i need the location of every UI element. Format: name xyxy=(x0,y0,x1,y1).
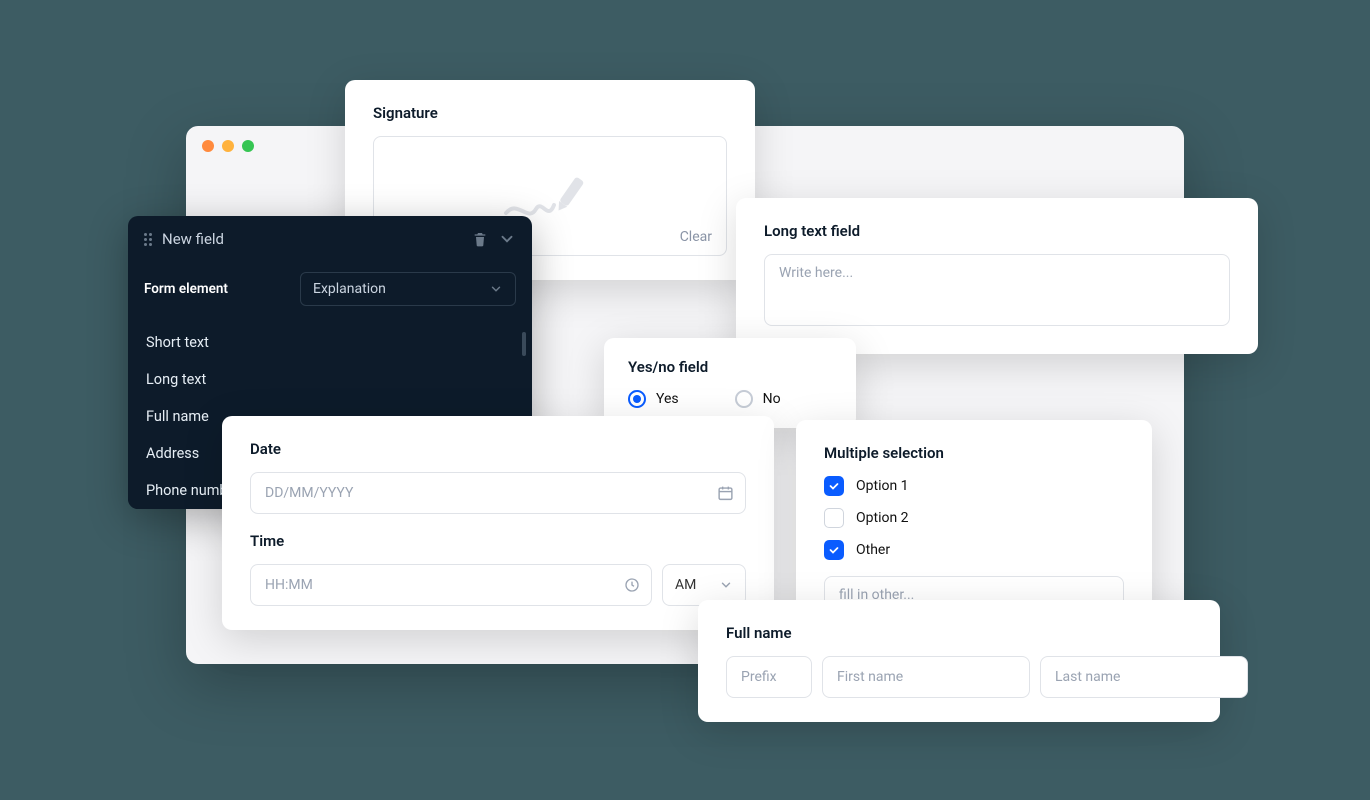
time-input[interactable] xyxy=(250,564,652,606)
time-label: Time xyxy=(250,532,746,550)
long-text-card: Long text field xyxy=(736,198,1258,354)
trash-icon[interactable] xyxy=(472,231,488,247)
signature-clear-link[interactable]: Clear xyxy=(680,229,712,245)
prefix-input[interactable] xyxy=(726,656,812,698)
date-input[interactable] xyxy=(250,472,746,514)
config-row: Form element Explanation xyxy=(128,262,532,324)
window-minimize-dot[interactable] xyxy=(222,140,234,152)
checkbox-label: Option 1 xyxy=(856,478,909,494)
checkbox-label: Option 2 xyxy=(856,510,909,526)
chevron-down-icon[interactable] xyxy=(498,230,516,248)
dropdown-item[interactable]: Short text xyxy=(128,324,532,361)
form-element-selected-value: Explanation xyxy=(313,281,386,297)
checkbox-icon xyxy=(824,508,844,528)
date-label: Date xyxy=(250,440,746,458)
checkbox-icon xyxy=(824,476,844,496)
radio-yes-label: Yes xyxy=(656,391,679,407)
radio-icon xyxy=(735,390,753,408)
chevron-down-icon xyxy=(719,578,733,592)
yesno-title: Yes/no field xyxy=(628,358,832,376)
form-element-label: Form element xyxy=(144,281,284,297)
signature-title: Signature xyxy=(373,104,727,122)
datetime-card: Date Time AM xyxy=(222,416,774,630)
form-element-select[interactable]: Explanation xyxy=(300,272,516,306)
fullname-title: Full name xyxy=(726,624,1192,642)
multi-title: Multiple selection xyxy=(824,444,1124,462)
yesno-card: Yes/no field Yes No xyxy=(604,338,856,428)
long-text-input[interactable] xyxy=(764,254,1230,326)
checkbox-label: Other xyxy=(856,542,890,558)
window-close-dot[interactable] xyxy=(202,140,214,152)
pen-signature-icon xyxy=(500,171,600,221)
last-name-input[interactable] xyxy=(1040,656,1248,698)
chevron-down-icon xyxy=(489,282,503,296)
radio-no[interactable]: No xyxy=(735,390,781,408)
yesno-radio-group: Yes No xyxy=(628,390,832,408)
long-text-title: Long text field xyxy=(764,222,1230,240)
checkbox-icon xyxy=(824,540,844,560)
clock-icon[interactable] xyxy=(624,577,640,593)
calendar-icon[interactable] xyxy=(717,485,734,502)
config-header: New field xyxy=(128,216,532,262)
checkbox-row[interactable]: Option 2 xyxy=(824,508,1124,528)
checkbox-row[interactable]: Option 1 xyxy=(824,476,1124,496)
radio-no-label: No xyxy=(763,391,781,407)
drag-handle-icon[interactable] xyxy=(144,233,152,246)
config-header-title: New field xyxy=(162,230,462,248)
first-name-input[interactable] xyxy=(822,656,1030,698)
checkbox-row[interactable]: Other xyxy=(824,540,1124,560)
fullname-card: Full name xyxy=(698,600,1220,722)
ampm-value: AM xyxy=(675,577,696,593)
radio-yes[interactable]: Yes xyxy=(628,390,679,408)
dropdown-item[interactable]: Long text xyxy=(128,361,532,398)
radio-icon xyxy=(628,390,646,408)
dropdown-scrollbar[interactable] xyxy=(522,332,526,356)
window-maximize-dot[interactable] xyxy=(242,140,254,152)
